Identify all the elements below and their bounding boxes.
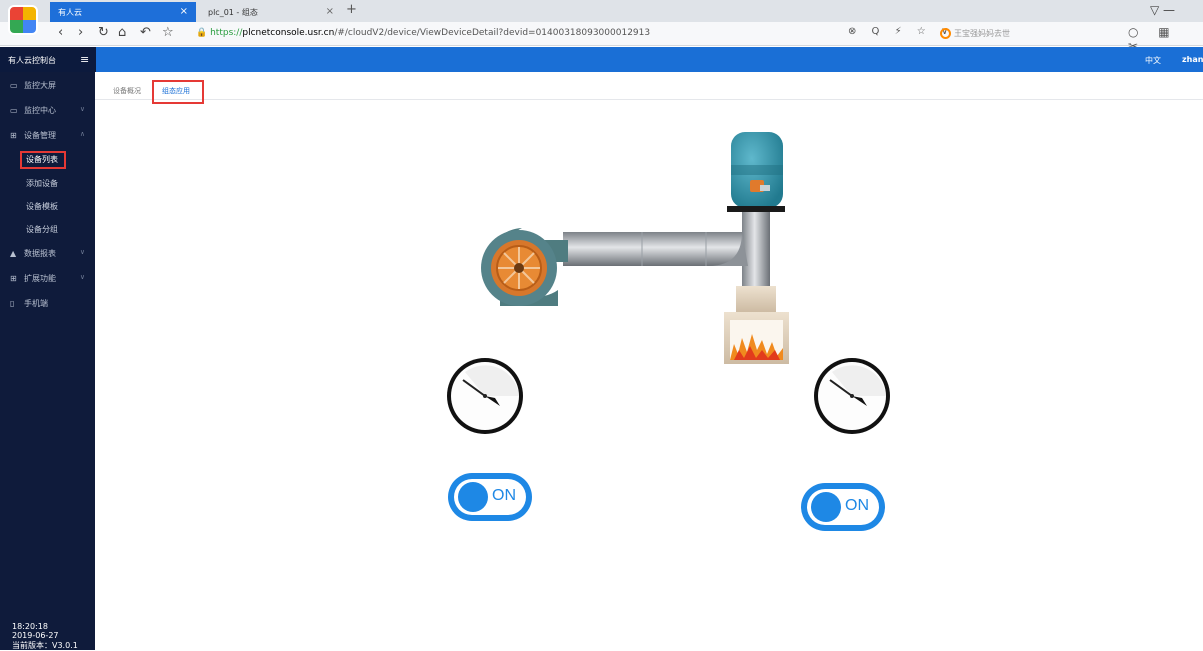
scada-diagram: [447, 132, 890, 434]
menu-toggle-icon[interactable]: ≡: [80, 53, 89, 66]
furnace: [724, 286, 789, 364]
pressure-gauge: [447, 358, 523, 434]
pipe-horizontal: [563, 232, 748, 266]
toggle-switch[interactable]: ON: [448, 473, 532, 521]
storage-tank: [727, 132, 785, 212]
blower-fan: [481, 228, 568, 306]
toggle-label: ON: [492, 487, 516, 504]
pressure-gauge: [814, 358, 890, 434]
toggle-knob: [811, 492, 841, 522]
brand-title: 有人云控制台: [8, 56, 56, 65]
toggle-knob: [458, 482, 488, 512]
toggle-switch[interactable]: ON: [801, 483, 885, 531]
browser-logo-icon[interactable]: [8, 5, 38, 35]
brand: 有人云控制台 ≡: [0, 47, 96, 72]
toggle-label: ON: [845, 497, 869, 514]
